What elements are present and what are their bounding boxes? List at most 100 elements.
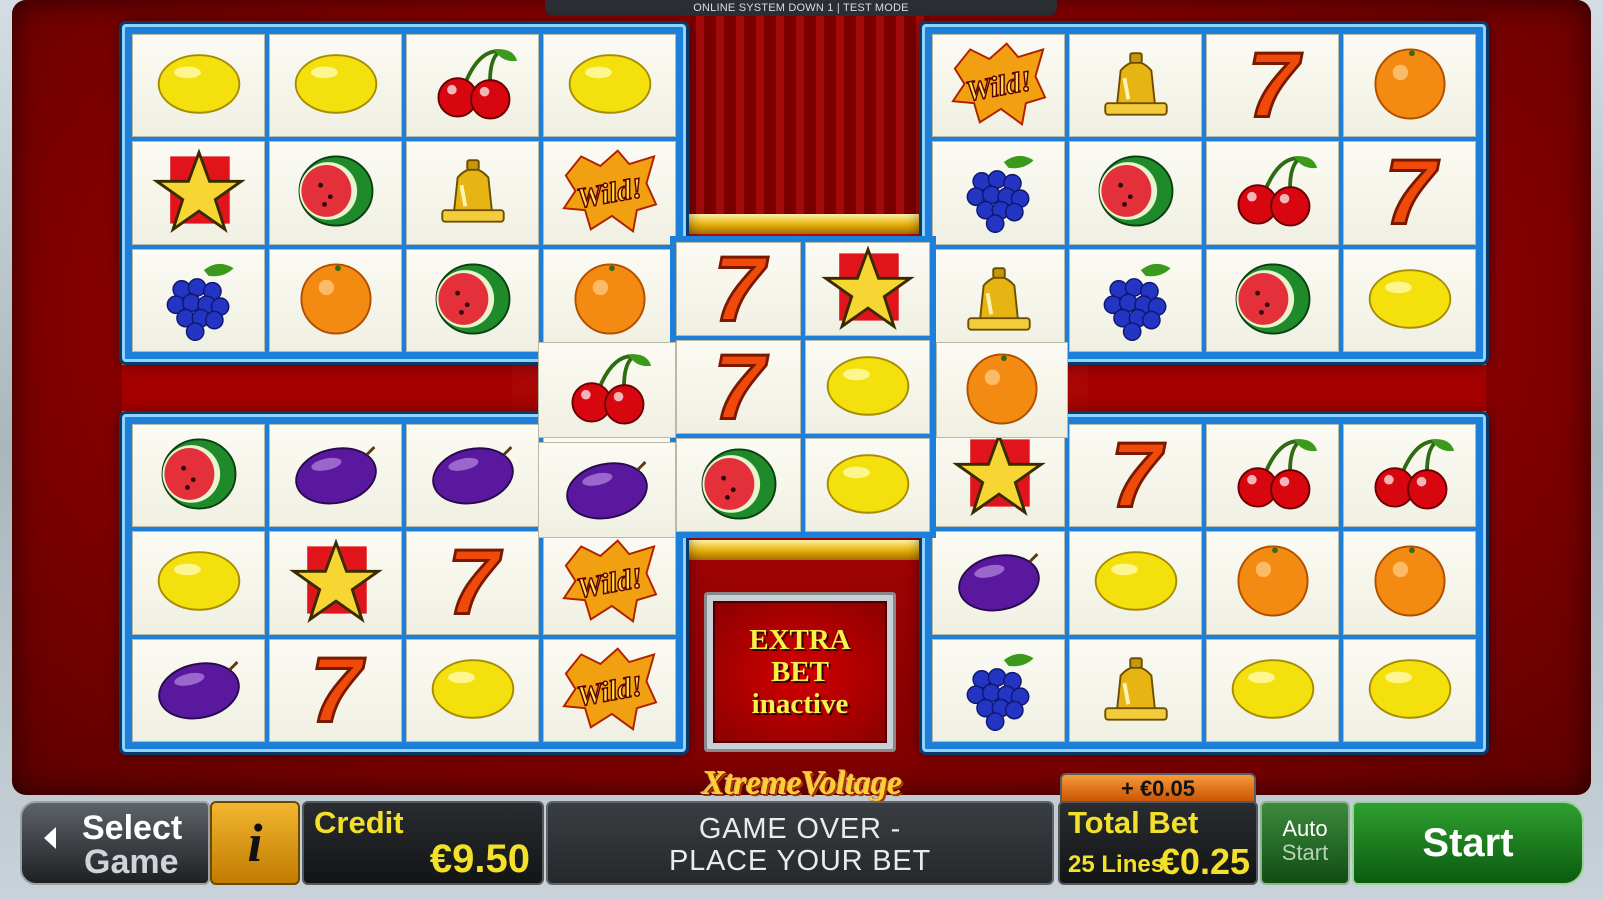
star-icon xyxy=(951,428,1047,523)
reel-center-cell-r3c1 xyxy=(676,438,801,532)
reel-bl-cell-r3c4: Wild! xyxy=(543,638,676,742)
svg-text:7: 7 xyxy=(447,535,502,625)
reel-tl-cell-r3c1 xyxy=(132,248,265,352)
bell-icon xyxy=(951,253,1047,348)
reel-connector-right xyxy=(936,342,1068,438)
reel-tl-cell-r2c4: Wild! xyxy=(543,141,676,245)
reel-tl-cell-r3c2 xyxy=(269,248,402,352)
reel-br-cell-r2c1 xyxy=(932,531,1065,635)
seven-icon: 7 xyxy=(425,532,521,633)
lemon-icon xyxy=(1088,535,1184,630)
svg-text:7: 7 xyxy=(1247,38,1302,128)
auto-start-button[interactable]: Auto Start xyxy=(1260,801,1350,885)
total-bet-value: €0.25 xyxy=(1159,841,1250,882)
svg-text:7: 7 xyxy=(310,643,365,733)
link-bar-right xyxy=(1088,362,1486,414)
reel-tr-cell-r2c1 xyxy=(932,141,1065,245)
grapes-icon xyxy=(951,643,1047,738)
status-message-line2: PLACE YOUR BET xyxy=(668,845,932,877)
reel-center-cell-r1c1: 7 xyxy=(676,242,801,336)
plum-icon xyxy=(425,428,521,523)
lemon-icon xyxy=(288,38,384,133)
lemon-icon xyxy=(151,535,247,630)
orange-icon xyxy=(1362,38,1458,133)
reel-tr-cell-r3c1 xyxy=(932,248,1065,352)
reel-bl-cell-r1c2 xyxy=(269,424,402,528)
star-icon xyxy=(820,243,916,335)
watermelon-icon xyxy=(1225,253,1321,348)
extra-bet-line2: BET xyxy=(770,656,830,688)
lemon-icon xyxy=(562,38,658,133)
seven-icon: 7 xyxy=(691,341,787,433)
reel-tl-cell-r1c3 xyxy=(406,34,539,138)
watermelon-icon xyxy=(691,439,787,531)
seven-icon: 7 xyxy=(1225,35,1321,136)
reel-tr-cell-r1c2 xyxy=(1069,34,1202,138)
bell-icon xyxy=(1088,643,1184,738)
reel-tr-cell-r2c2 xyxy=(1069,141,1202,245)
curtain-background xyxy=(690,0,930,215)
reel-tl-cell-r1c1 xyxy=(132,34,265,138)
reel-grid-bottom-right: 7 xyxy=(922,414,1486,752)
reel-br-cell-r2c2 xyxy=(1069,531,1202,635)
reel-br-cell-r1c1 xyxy=(932,424,1065,528)
total-bet-button[interactable]: Total Bet 25 Lines €0.25 xyxy=(1058,801,1258,885)
reel-center-cell-r2c1: 7 xyxy=(676,340,801,434)
watermelon-icon xyxy=(1088,145,1184,240)
svg-text:7: 7 xyxy=(1110,428,1165,518)
system-status-bar: ONLINE SYSTEM DOWN 1 | TEST MODE xyxy=(545,0,1057,16)
reel-tr-cell-r1c1: Wild! xyxy=(932,34,1065,138)
reel-br-cell-r2c4 xyxy=(1343,531,1476,635)
lemon-icon xyxy=(820,439,916,531)
plum-icon xyxy=(288,428,384,523)
extra-bet-line1: EXTRA xyxy=(749,624,851,656)
cherry-icon xyxy=(425,38,521,133)
lemon-icon xyxy=(151,38,247,133)
status-message-line1: GAME OVER - xyxy=(698,813,902,845)
wild-icon: Wild! xyxy=(561,535,658,630)
orange-icon xyxy=(1362,535,1458,630)
lemon-icon xyxy=(1362,643,1458,738)
reel-tl-cell-r1c2 xyxy=(269,34,402,138)
wild-icon: Wild! xyxy=(561,643,658,738)
reel-tr-cell-r1c3: 7 xyxy=(1206,34,1339,138)
reel-bl-cell-r2c1 xyxy=(132,531,265,635)
reel-tr-cell-r3c4 xyxy=(1343,248,1476,352)
lines-label: 25 Lines xyxy=(1068,851,1165,878)
extra-bet-indicator[interactable]: EXTRA BET inactive xyxy=(704,592,896,752)
reel-br-cell-r2c3 xyxy=(1206,531,1339,635)
watermelon-icon xyxy=(151,428,247,523)
control-bar: Select Game i Credit €9.50 GAME OVER - P… xyxy=(0,773,1603,900)
star-icon xyxy=(288,535,384,630)
start-button[interactable]: Start xyxy=(1352,801,1584,885)
reel-center-cell-r2c2 xyxy=(805,340,930,434)
cherry-icon xyxy=(559,343,655,437)
credit-display: Credit €9.50 xyxy=(302,801,544,885)
extra-bet-line3: inactive xyxy=(751,688,849,720)
cherry-icon xyxy=(1225,145,1321,240)
link-bar-left xyxy=(122,362,512,414)
reel-br-cell-r3c1 xyxy=(932,638,1065,742)
plum-icon xyxy=(151,643,247,738)
bell-icon xyxy=(425,145,521,240)
reel-tl-cell-r3c3 xyxy=(406,248,539,352)
reel-bl-cell-r1c3 xyxy=(406,424,539,528)
reel-conn-right-cell-r1c1 xyxy=(936,342,1068,438)
auto-start-label-2: Start xyxy=(1281,840,1329,865)
reel-connector-left xyxy=(538,342,676,538)
reel-tr-cell-r2c3 xyxy=(1206,141,1339,245)
orange-icon xyxy=(954,343,1050,437)
seven-icon: 7 xyxy=(1362,142,1458,243)
reel-center-cell-r3c2 xyxy=(805,438,930,532)
total-bet-label: Total Bet xyxy=(1068,805,1199,840)
select-game-label-2: Game xyxy=(84,843,179,881)
credit-label: Credit xyxy=(314,805,404,840)
reel-grid-top-right: Wild! 7 7 xyxy=(922,24,1486,362)
info-button[interactable]: i xyxy=(210,801,300,885)
select-game-button[interactable]: Select Game xyxy=(20,801,210,885)
game-screen: ONLINE SYSTEM DOWN 1 | TEST MODE Wild! W… xyxy=(0,0,1603,900)
reel-conn-left-cell-r2c1 xyxy=(538,442,676,538)
reel-br-cell-r1c4 xyxy=(1343,424,1476,528)
plum-icon xyxy=(951,535,1047,630)
reel-br-cell-r3c2 xyxy=(1069,638,1202,742)
